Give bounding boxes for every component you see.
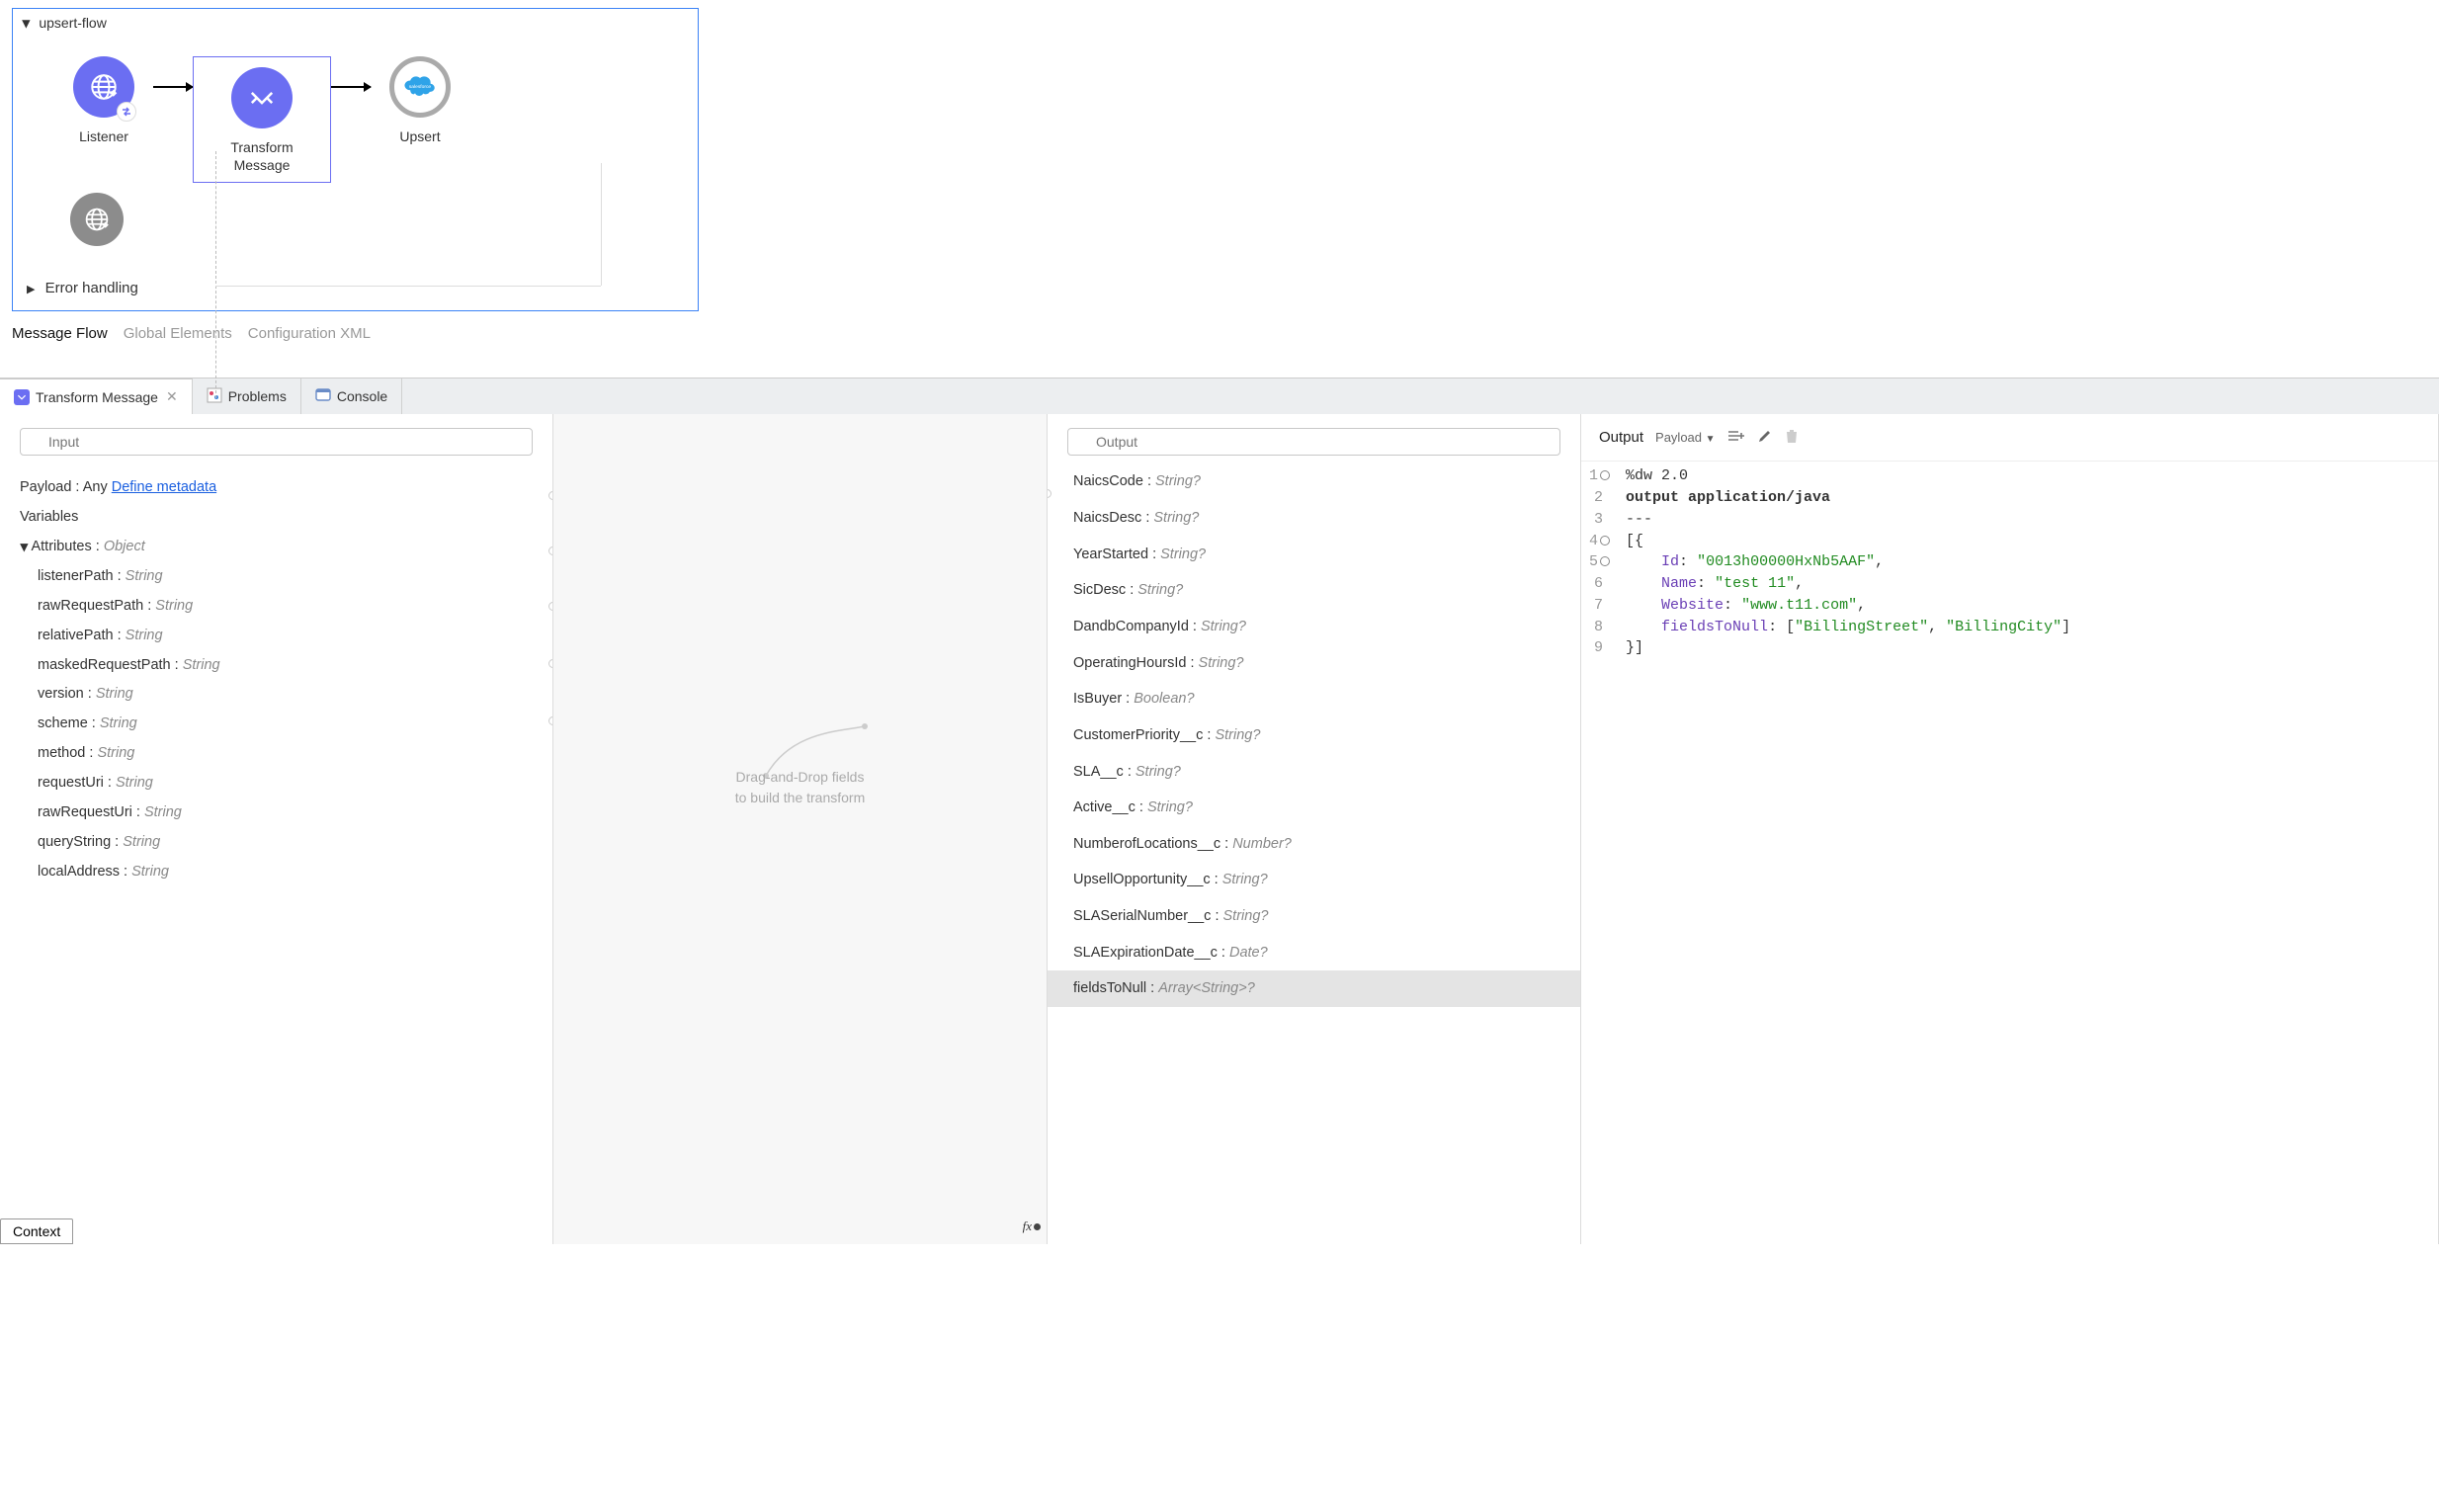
tab-label: Transform Message <box>36 389 158 405</box>
code-editor[interactable]: 1 2 3 4 5 6 7 8 9 %dw 2.0 output applica… <box>1581 462 2438 659</box>
input-pane: Payload : Any Define metadata Variables … <box>0 414 553 1244</box>
output-field-row[interactable]: NumberofLocations__c : Number? <box>1048 826 1580 863</box>
tab-message-flow[interactable]: Message Flow <box>12 325 108 342</box>
flow-name[interactable]: ▶ upsert-flow <box>13 9 698 37</box>
output-field-row[interactable]: OperatingHoursId : String? <box>1048 645 1580 682</box>
output-field-row[interactable]: DandbCompanyId : String? <box>1048 609 1580 645</box>
collapse-icon[interactable]: ▶ <box>21 20 34 28</box>
input-attribute-row[interactable]: requestUri : String <box>20 769 533 798</box>
editor-tabs: Message Flow Global Elements Configurati… <box>0 311 2439 348</box>
arrow-connector <box>153 86 193 88</box>
variables-row[interactable]: Variables <box>20 503 533 533</box>
input-attribute-row[interactable]: method : String <box>20 739 533 769</box>
delete-icon[interactable] <box>1785 428 1799 447</box>
output-field-row[interactable]: Active__c : String? <box>1048 790 1580 826</box>
mapping-pane[interactable]: Drag-and-Drop fields to build the transf… <box>553 414 1048 1244</box>
error-handling-label: Error handling <box>45 280 138 296</box>
output-field-row[interactable]: SLA__c : String? <box>1048 754 1580 791</box>
edit-icon[interactable] <box>1757 428 1773 447</box>
output-field-row[interactable]: SicDesc : String? <box>1048 572 1580 609</box>
globe-faded-icon <box>70 193 124 246</box>
problems-icon <box>207 387 222 406</box>
flow-node-upsert[interactable]: salesforce Upsert <box>371 56 469 145</box>
mapping-placeholder: Drag-and-Drop fields to build the transf… <box>735 767 866 808</box>
tab-configuration-xml[interactable]: Configuration XML <box>248 325 371 342</box>
expand-icon[interactable]: ▶ <box>27 283 35 295</box>
input-attribute-row[interactable]: listenerPath : String <box>20 562 533 592</box>
output-field-row[interactable]: NaicsCode : String? <box>1048 463 1580 500</box>
output-pane: NaicsCode : String?NaicsDesc : String?Ye… <box>1048 414 1581 1244</box>
transform-icon <box>231 67 293 128</box>
input-attribute-row[interactable]: maskedRequestPath : String <box>20 651 533 681</box>
console-icon <box>315 387 331 406</box>
input-attribute-row[interactable]: rawRequestUri : String <box>20 798 533 828</box>
output-field-row[interactable]: SLASerialNumber__c : String? <box>1048 898 1580 935</box>
input-search-field[interactable] <box>20 428 533 456</box>
define-metadata-link[interactable]: Define metadata <box>112 479 216 495</box>
bottom-panel: Transform Message ✕ Problems Console <box>0 378 2439 1244</box>
input-attribute-row[interactable]: relativePath : String <box>20 622 533 651</box>
arrow-connector <box>331 86 371 88</box>
close-icon[interactable]: ✕ <box>166 388 178 405</box>
tab-transform-message[interactable]: Transform Message ✕ <box>0 378 193 414</box>
output-field-row[interactable]: YearStarted : String? <box>1048 537 1580 573</box>
context-button[interactable]: Context <box>0 1218 73 1244</box>
input-attribute-row[interactable]: localAddress : String <box>20 858 533 887</box>
output-field-row[interactable]: CustomerPriority__c : String? <box>1048 717 1580 754</box>
collapse-icon[interactable]: ▶ <box>13 544 36 551</box>
node-label: Upsert <box>399 127 440 145</box>
input-attribute-row[interactable]: version : String <box>20 680 533 710</box>
attributes-row[interactable]: ▶Attributes : Object <box>20 533 533 562</box>
tab-console[interactable]: Console <box>301 378 402 414</box>
svg-text:salesforce: salesforce <box>409 84 432 90</box>
node-label: Listener <box>79 127 128 145</box>
input-attribute-row[interactable]: queryString : String <box>20 828 533 858</box>
output-field-row[interactable]: UpsellOpportunity__c : String? <box>1048 862 1580 898</box>
input-attribute-row[interactable]: scheme : String <box>20 710 533 739</box>
output-search-field[interactable] <box>1067 428 1560 456</box>
payload-selector[interactable]: Payload ▼ <box>1655 430 1716 445</box>
output-label: Output <box>1599 429 1643 446</box>
flow-node-listener[interactable]: Listener <box>54 56 153 145</box>
globe-icon <box>73 56 134 118</box>
salesforce-icon: salesforce <box>389 56 451 118</box>
output-field-row[interactable]: NaicsDesc : String? <box>1048 500 1580 537</box>
output-field-row[interactable]: fieldsToNull : Array<String>? <box>1048 970 1580 1007</box>
fx-icon: fx <box>1023 1218 1041 1234</box>
output-field-row[interactable]: IsBuyer : Boolean? <box>1048 681 1580 717</box>
tab-label: Console <box>337 388 387 404</box>
error-handling-section[interactable]: ▶ Error handling <box>13 266 698 310</box>
code-pane: Output Payload ▼ 1 2 3 <box>1581 414 2439 1244</box>
add-target-icon[interactable] <box>1727 429 1745 446</box>
tab-label: Problems <box>228 388 287 404</box>
node-label: Transform Message <box>230 138 293 174</box>
flow-node-transform[interactable]: Transform Message <box>193 56 331 183</box>
transform-tab-icon <box>14 389 30 405</box>
flow-title: upsert-flow <box>39 15 106 31</box>
flow-canvas[interactable]: ▶ upsert-flow Listener <box>12 8 699 311</box>
input-attribute-row[interactable]: rawRequestPath : String <box>20 592 533 622</box>
tab-problems[interactable]: Problems <box>193 378 301 414</box>
payload-row[interactable]: Payload : Any Define metadata <box>20 473 533 503</box>
output-field-row[interactable]: SLAExpirationDate__c : Date? <box>1048 935 1580 971</box>
